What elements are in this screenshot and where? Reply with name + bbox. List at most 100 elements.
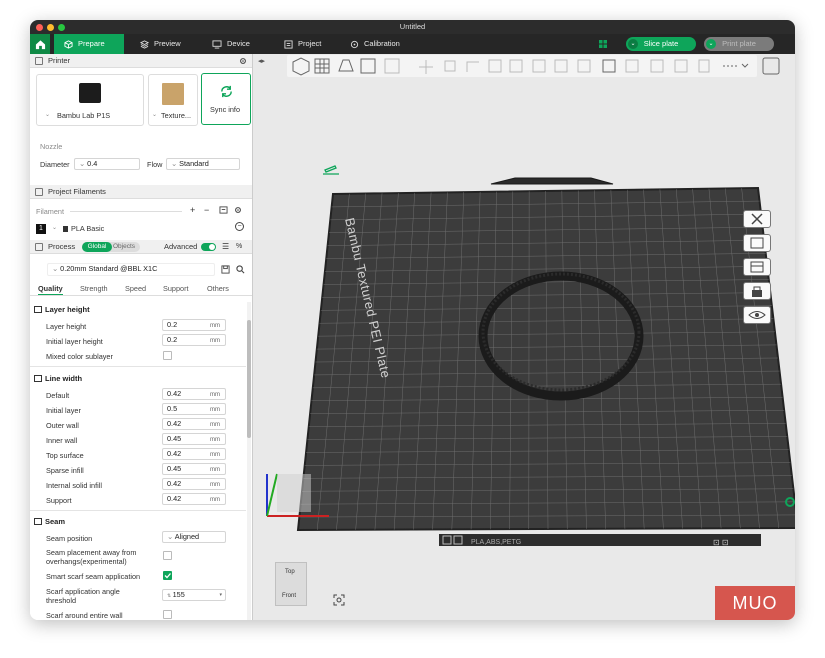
print-plate-button[interactable]: ⌄ Print plate (704, 37, 774, 51)
zoom-window-button[interactable] (58, 24, 65, 31)
arrange-plate-button[interactable] (743, 234, 771, 252)
tab-prepare[interactable]: Prepare (54, 34, 124, 54)
remove-filament-icon[interactable]: − (204, 205, 209, 215)
viewport-canvas: ◂▸ Bambu Textured PEI Plate PLA,ABS,PETG… (258, 55, 795, 547)
print-plate-label: Print plate (722, 39, 756, 48)
percent-icon[interactable]: % (236, 240, 242, 254)
watermark-logo: MUO (715, 586, 795, 620)
seam-group-header: Seam (34, 517, 65, 526)
tab-speed[interactable]: Speed (125, 284, 146, 293)
view-cube-front[interactable]: Front (282, 593, 296, 599)
chevron-down-icon[interactable]: ▾ (219, 590, 222, 600)
scarf-angle-label-line2: threshold (46, 596, 77, 605)
home-button[interactable] (30, 34, 50, 54)
slice-dropdown-icon[interactable]: ⌄ (628, 39, 638, 49)
diameter-select[interactable]: ⌄ 0.4 (74, 158, 140, 170)
remove-slot-icon[interactable]: − (235, 222, 244, 231)
search-icon[interactable] (236, 265, 245, 274)
calibration-icon (350, 40, 359, 48)
tab-strength[interactable]: Strength (80, 284, 108, 293)
lock-plate-button[interactable] (743, 282, 771, 300)
zoom-to-fit-icon[interactable] (333, 594, 345, 606)
view-cube-top[interactable]: Top (285, 569, 295, 575)
scarf-angle-input[interactable]: ⇅ 155 ▾ (162, 589, 226, 601)
tab-device[interactable]: Device (202, 34, 266, 54)
delete-plate-button[interactable] (743, 210, 771, 228)
lock-icon (752, 286, 762, 297)
gear-icon[interactable] (239, 57, 247, 65)
process-preset-value: 0.20mm Standard @BBL X1C (60, 264, 158, 273)
y-axis (266, 473, 278, 517)
scarf-entire-label: Scarf around entire wall (46, 611, 123, 620)
printer-card[interactable]: Bambu Lab P1S ⌄ (36, 74, 144, 126)
plate-grid-icon[interactable] (598, 39, 608, 49)
process-icon (35, 243, 43, 251)
sync-info-button[interactable]: Sync info (201, 73, 251, 125)
filament-slot-number[interactable]: 1 (36, 224, 46, 234)
tab-others[interactable]: Others (207, 284, 229, 293)
line-width-unit: mm (210, 482, 220, 488)
edit-pen-icon[interactable] (323, 165, 339, 175)
tab-support[interactable]: Support (163, 284, 189, 293)
line-width-unit: mm (210, 407, 220, 413)
chevron-down-icon: ⌄ (152, 112, 158, 118)
tab-preview[interactable]: Preview (130, 34, 194, 54)
advanced-toggle[interactable] (201, 243, 216, 251)
seam-position-select[interactable]: ⌄ Aligned (162, 531, 226, 543)
home-icon (35, 39, 45, 49)
plate-card[interactable]: Texture... ⌄ (148, 74, 198, 126)
toggle-global-label[interactable]: Global (82, 242, 112, 252)
flow-select[interactable]: ⌄ Standard (166, 158, 240, 170)
tab-calibration[interactable]: Calibration (340, 34, 420, 54)
flow-value: Standard (179, 159, 209, 168)
top-navigation: Prepare Preview Device Project Calibrati… (30, 34, 795, 54)
group-divider (30, 510, 246, 511)
printer-name: Bambu Lab P1S (57, 111, 111, 120)
add-filament-icon[interactable]: + (190, 205, 195, 215)
settings-scrollbar[interactable] (247, 302, 251, 620)
filament-name[interactable]: PLA Basic (71, 224, 104, 233)
orient-plate-button[interactable] (743, 258, 771, 276)
plate-name: Texture... (161, 111, 192, 120)
plate-image (162, 83, 184, 105)
flow-label: Flow (147, 160, 163, 169)
global-objects-toggle[interactable]: Global Objects (82, 242, 140, 252)
smart-scarf-checkbox[interactable] (163, 571, 172, 580)
process-preset-select[interactable]: ⌄ 0.20mm Standard @BBL X1C (47, 263, 215, 276)
chevron-down-icon: ⌄ (52, 225, 58, 231)
filament-sync-icon[interactable] (219, 206, 228, 214)
view-mode-icon[interactable] (762, 57, 780, 75)
diameter-value: 0.4 (87, 159, 98, 168)
line-width-label-inner-wall: Inner wall (46, 436, 78, 445)
mixed-color-checkbox[interactable] (163, 351, 172, 360)
arrange-icon (750, 237, 764, 249)
line-width-unit: mm (210, 437, 220, 443)
print-dropdown-icon[interactable]: ⌄ (706, 39, 716, 49)
list-icon[interactable]: ☰ (222, 240, 229, 254)
plate-settings-button[interactable] (743, 306, 771, 324)
scarf-entire-checkbox[interactable] (163, 610, 172, 619)
chevron-down-icon: ⌄ (52, 264, 61, 273)
minimize-window-button[interactable] (47, 24, 54, 31)
gear-icon[interactable] (234, 206, 242, 214)
tab-project[interactable]: Project (274, 34, 338, 54)
seam-away-checkbox[interactable] (163, 551, 172, 560)
settings-sidebar: Printer Bambu Lab P1S ⌄ Texture... ⌄ Syn… (30, 54, 253, 620)
close-window-button[interactable] (36, 24, 43, 31)
collapse-panel-icon[interactable]: ◂▸ (258, 58, 266, 65)
monitor-icon (212, 39, 222, 49)
nozzle-label: Nozzle (40, 142, 63, 151)
slice-plate-button[interactable]: ⌄ Slice plate (626, 37, 696, 51)
tab-preview-label: Preview (154, 39, 181, 48)
seam-icon (34, 518, 42, 525)
toggle-objects-label[interactable]: Objects (113, 242, 135, 252)
view-cube[interactable]: Top Front (275, 562, 307, 606)
scrollbar-thumb[interactable] (247, 320, 251, 438)
save-preset-icon[interactable] (221, 265, 230, 274)
group-divider (30, 366, 246, 367)
close-icon (751, 213, 763, 225)
slice-plate-label: Slice plate (643, 39, 679, 48)
scarf-angle-value: 155 (172, 590, 185, 599)
3d-viewport[interactable]: ◂▸ Bambu Textured PEI Plate PLA,ABS,PETG… (253, 54, 795, 620)
line-width-value: 0.42 (167, 389, 182, 398)
